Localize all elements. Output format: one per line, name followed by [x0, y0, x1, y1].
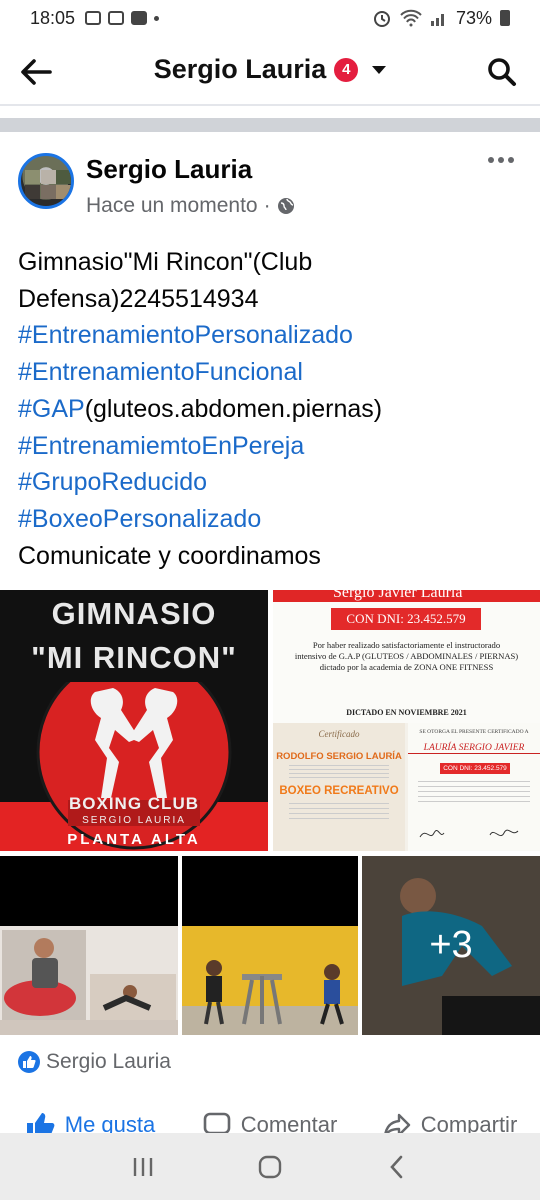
globe-icon — [277, 198, 294, 214]
like-reaction-icon — [18, 1051, 40, 1073]
author-avatar[interactable] — [18, 153, 74, 209]
reactions-summary[interactable]: Sergio Lauria — [18, 1050, 171, 1074]
more-photos-count: +3 — [362, 856, 540, 1035]
reaction-names: Sergio Lauria — [46, 1050, 171, 1073]
cert-body-line: Por haber realizado satisfactoriamente e… — [312, 640, 501, 650]
search-button[interactable] — [482, 52, 522, 92]
post-text: Gimnasio"Mi Rincon"(Club Defensa)2245514… — [18, 244, 528, 574]
wifi-icon — [400, 9, 422, 27]
nav-divider — [0, 104, 540, 106]
post-line: #EntrenamientoPersonalizado — [18, 317, 528, 354]
system-nav-bar — [0, 1133, 540, 1200]
poster-floor: PLANTA ALTA — [67, 831, 201, 848]
home-icon — [258, 1155, 282, 1178]
post-line: #EntrenamiemtoEnPereja — [18, 428, 528, 465]
cert-body-line: intensivo de G.A.P (GLUTEOS / ABDOMINALE… — [294, 651, 519, 661]
recents-button[interactable] — [123, 1147, 163, 1187]
more-dot-icon — [498, 157, 504, 163]
author-name[interactable]: Sergio Lauria — [86, 154, 252, 185]
battery-icon — [500, 10, 510, 26]
cert-date: DICTADO EN NOVIEMBRE 2021 — [346, 708, 467, 717]
cert2-name: RODOLFO SERGIO LAURÍA — [276, 751, 402, 762]
text-segment: Gimnasio"Mi Rincon"(Club — [18, 248, 313, 276]
poster-title-line2: "MI RINCON" — [31, 640, 237, 675]
hashtag-link[interactable]: #EntrenamiemtoEnPereja — [18, 432, 304, 460]
photo-gym-poster[interactable]: GIMNASIO "MI RINCON" BOXING CLUB SERGIO … — [0, 590, 268, 851]
nav-title: Sergio Lauria — [153, 54, 327, 84]
top-nav: Sergio Lauria 4 — [0, 40, 540, 104]
search-icon — [488, 58, 516, 86]
photo-more[interactable]: +3 — [362, 856, 540, 1035]
cert3-dni: CON DNI: 23.452.579 — [440, 763, 510, 774]
chevron-down-icon — [372, 65, 387, 74]
cert2-course: BOXEO RECREATIVO — [279, 785, 399, 797]
post-actions: Me gusta Comentar Compartir — [0, 1106, 540, 1136]
cert-body-line: dictado por la academia de ZONA ONE FITN… — [319, 662, 494, 672]
cert2-heading: Certificado — [318, 729, 360, 739]
post-line: #GAP(gluteos.abdomen.piernas) — [18, 391, 528, 428]
post-line: #EntrenamientoFuncional — [18, 354, 528, 391]
system-back-button[interactable] — [377, 1147, 417, 1187]
cert2-text-lines — [289, 803, 389, 823]
home-button[interactable] — [250, 1147, 290, 1187]
more-dot-icon — [508, 157, 514, 163]
cert3-name: LAURÍA SERGIO JAVIER — [408, 743, 540, 754]
text-segment: Comunicate y coordinamos — [18, 541, 321, 570]
cert3-signatures — [419, 829, 519, 838]
signal-icon — [430, 14, 444, 26]
post-options-button[interactable] — [488, 157, 514, 163]
cert2-text-lines — [289, 765, 389, 779]
photo-training-2[interactable] — [182, 856, 358, 1035]
post-line: Defensa)2245514934 — [18, 281, 528, 318]
post-meta: Hace un momento · — [86, 194, 295, 218]
post-line: Gimnasio"Mi Rincon"(Club — [18, 244, 528, 281]
chevron-left-icon — [389, 1155, 402, 1178]
profile-switcher[interactable]: Sergio Lauria 4 — [0, 54, 540, 85]
text-segment: Defensa)2245514934 — [18, 284, 259, 313]
post-line: #GrupoReducido — [18, 464, 528, 501]
cert3-header: SE OTORGA EL PRESENTE CERTIFICADO A — [419, 729, 529, 735]
post-line: #BoxeoPersonalizado — [18, 501, 528, 538]
photo-certificate[interactable]: Sergio Javier Lauria CON DNI: 23.452.579… — [273, 590, 540, 723]
hashtag-link[interactable]: #BoxeoPersonalizado — [18, 505, 261, 533]
cert-dni: CON DNI: 23.452.579 — [331, 608, 481, 630]
youtube-icon — [131, 11, 148, 25]
training-photo-image — [182, 926, 358, 1035]
text-segment: (gluteos.abdomen.piernas) — [84, 394, 383, 423]
status-bar: 18:05 73% — [0, 0, 540, 36]
post-line: Comunicate y coordinamos — [18, 538, 528, 575]
status-notification-icons — [85, 11, 160, 25]
photo-certificates-collage[interactable]: Certificado RODOLFO SERGIO LAURÍA BOXEO … — [273, 723, 540, 851]
poster-owner: SERGIO LAURIA — [82, 815, 186, 826]
meta-separator: · — [263, 194, 271, 217]
feed-separator — [0, 118, 540, 132]
status-right: 73% — [372, 8, 510, 29]
hashtag-link[interactable]: #EntrenamientoPersonalizado — [18, 321, 353, 349]
more-notifications-icon — [154, 15, 160, 21]
cert3-text-lines — [418, 781, 530, 803]
poster-title-line1: GIMNASIO — [51, 596, 217, 631]
alarm-icon — [373, 11, 390, 27]
notification-badge: 4 — [334, 57, 359, 82]
recents-icon — [134, 1157, 153, 1176]
cert-top-name: Sergio Javier Lauria — [333, 590, 463, 601]
more-dot-icon — [488, 157, 494, 163]
battery-percent: 73% — [455, 7, 492, 28]
training-photo-image — [0, 926, 178, 1035]
hashtag-link[interactable]: #EntrenamientoFuncional — [18, 358, 303, 386]
hashtag-link[interactable]: #GAP — [18, 395, 85, 423]
photo-training-1[interactable] — [0, 856, 178, 1035]
hashtag-link[interactable]: #GrupoReducido — [18, 468, 207, 496]
instagram-icon — [85, 11, 102, 25]
status-time: 18:05 — [30, 7, 76, 28]
post-timestamp[interactable]: Hace un momento — [86, 194, 258, 218]
poster-club: BOXING CLUB — [69, 794, 199, 813]
gallery-icon — [108, 11, 125, 25]
